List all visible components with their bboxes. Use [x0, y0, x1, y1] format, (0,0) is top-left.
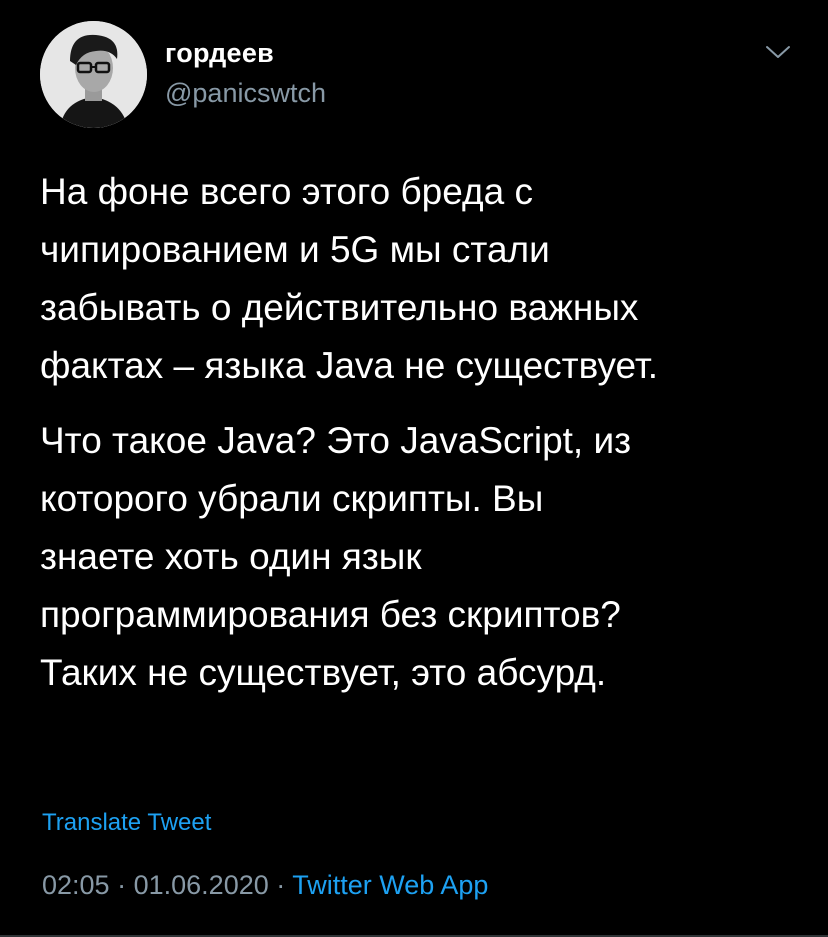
tweet-text: На фоне всего этого бреда с чипированием…	[40, 163, 810, 702]
text-line: которого убрали скрипты. Вы	[40, 478, 544, 519]
chevron-down-icon[interactable]	[762, 40, 794, 64]
translate-tweet-link[interactable]: Translate Tweet	[42, 809, 211, 837]
display-name[interactable]: гордеев	[165, 38, 274, 69]
text-line: фактах – языка Java не существует.	[40, 345, 658, 386]
tweet-date[interactable]: 01.06.2020	[134, 870, 269, 900]
text-line: программирования без скриптов?	[40, 594, 621, 635]
tweet-metadata: 02:05 · 01.06.2020 · Twitter Web App	[42, 870, 488, 901]
text-line: На фоне всего этого бреда с	[40, 171, 533, 212]
separator: ·	[276, 870, 286, 900]
text-line: знаете хоть один язык	[40, 536, 422, 577]
user-handle[interactable]: @panicswtch	[165, 78, 326, 109]
avatar-photo	[40, 21, 147, 128]
tweet-time[interactable]: 02:05	[42, 870, 110, 900]
text-line: чипированием и 5G мы стали	[40, 229, 550, 270]
avatar[interactable]	[40, 21, 147, 128]
tweet-paragraph: На фоне всего этого бреда с чипированием…	[40, 163, 810, 395]
tweet-paragraph: Что такое Java? Это JavaScript, из котор…	[40, 412, 810, 702]
text-line: Что такое Java? Это JavaScript, из	[40, 420, 632, 461]
separator: ·	[117, 870, 127, 900]
text-line: забывать о действительно важных	[40, 287, 639, 328]
tweet-source-link[interactable]: Twitter Web App	[292, 870, 488, 900]
tweet: гордеев @panicswtch На фоне всего этого …	[0, 0, 828, 937]
text-line: Таких не существует, это абсурд.	[40, 652, 607, 693]
